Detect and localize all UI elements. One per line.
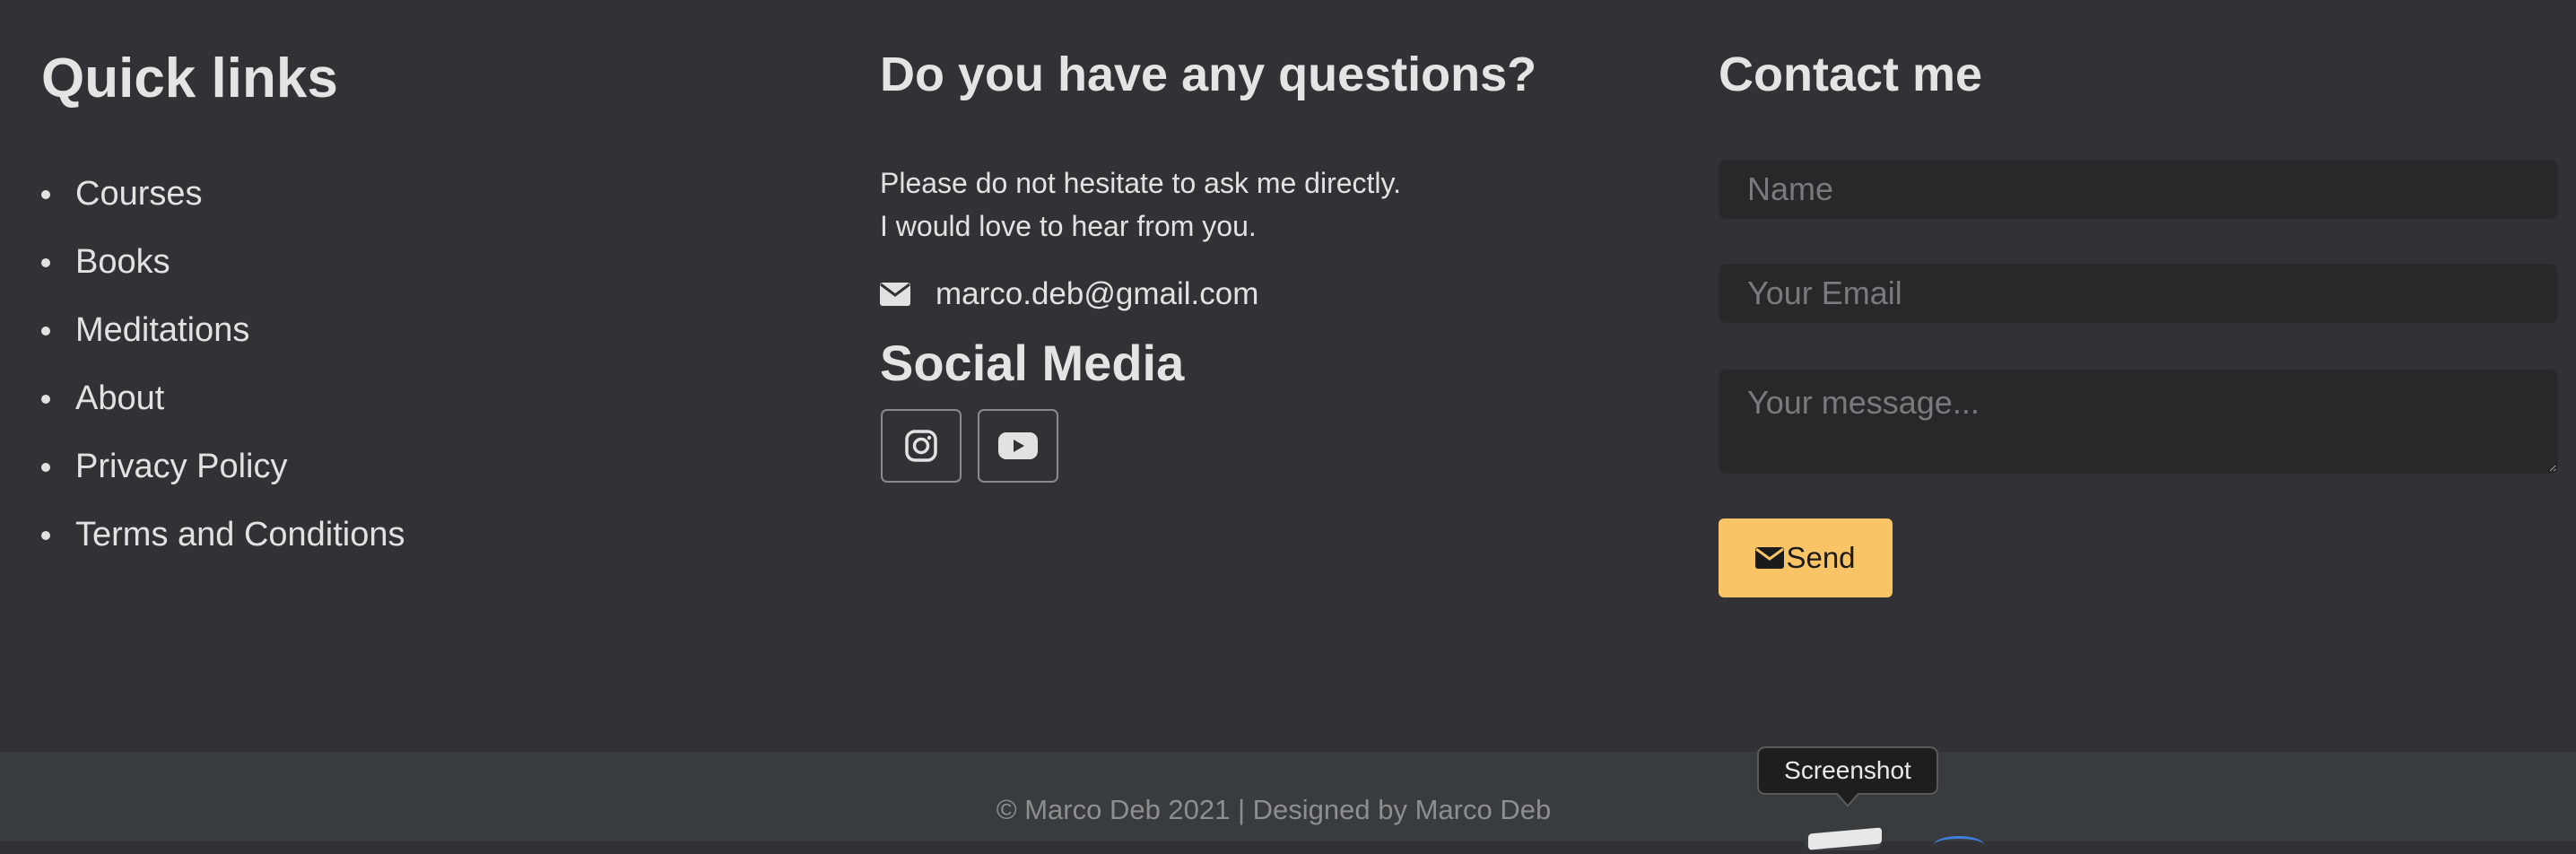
instagram-icon: [905, 430, 937, 462]
email-row: marco.deb@gmail.com: [880, 276, 1258, 312]
link-courses[interactable]: Courses: [75, 175, 203, 213]
email-input[interactable]: [1719, 264, 2558, 323]
youtube-button[interactable]: [978, 409, 1058, 483]
tooltip-arrow-inner: [1837, 792, 1858, 805]
quick-links-list: Courses Books Meditations About Privacy …: [41, 169, 405, 578]
instagram-button[interactable]: [881, 409, 962, 483]
list-item: About: [41, 373, 405, 441]
dock-icon-fragment: [1934, 836, 1984, 854]
questions-intro: Please do not hesitate to ask me directl…: [880, 161, 1401, 248]
envelope-icon: [1755, 547, 1785, 569]
send-button-label: Send: [1786, 541, 1856, 574]
copyright-text: © Marco Deb 2021 | Designed by Marco Deb: [0, 794, 2576, 826]
list-item: Meditations: [41, 305, 405, 373]
intro-line-1: Please do not hesitate to ask me directl…: [880, 167, 1402, 199]
list-item: Courses: [41, 169, 405, 237]
quick-links-title: Quick links: [41, 48, 338, 109]
social-buttons: [881, 409, 1058, 483]
youtube-icon: [998, 432, 1038, 459]
message-textarea[interactable]: [1719, 370, 2558, 474]
send-button[interactable]: Send: [1719, 518, 1893, 597]
email-link[interactable]: marco.deb@gmail.com: [936, 276, 1258, 312]
link-books[interactable]: Books: [75, 243, 170, 281]
footer: © Marco Deb 2021 | Designed by Marco Deb: [0, 752, 2576, 841]
list-item: Books: [41, 237, 405, 305]
questions-title: Do you have any questions?: [880, 48, 1537, 101]
link-about[interactable]: About: [75, 379, 164, 417]
intro-line-2: I would love to hear from you.: [880, 210, 1257, 242]
screenshot-tooltip: Screenshot: [1757, 746, 1938, 795]
envelope-icon: [880, 283, 910, 306]
contact-title: Contact me: [1719, 48, 1983, 101]
link-privacy-policy[interactable]: Privacy Policy: [75, 448, 288, 485]
link-meditations[interactable]: Meditations: [75, 311, 249, 349]
social-media-title: Social Media: [880, 335, 1185, 391]
copyright-label: © Marco Deb 2021 | Designed by Marco Deb: [996, 794, 1552, 825]
link-terms-and-conditions[interactable]: Terms and Conditions: [75, 516, 405, 553]
list-item: Privacy Policy: [41, 441, 405, 510]
name-input[interactable]: [1719, 160, 2558, 219]
list-item: Terms and Conditions: [41, 510, 405, 578]
